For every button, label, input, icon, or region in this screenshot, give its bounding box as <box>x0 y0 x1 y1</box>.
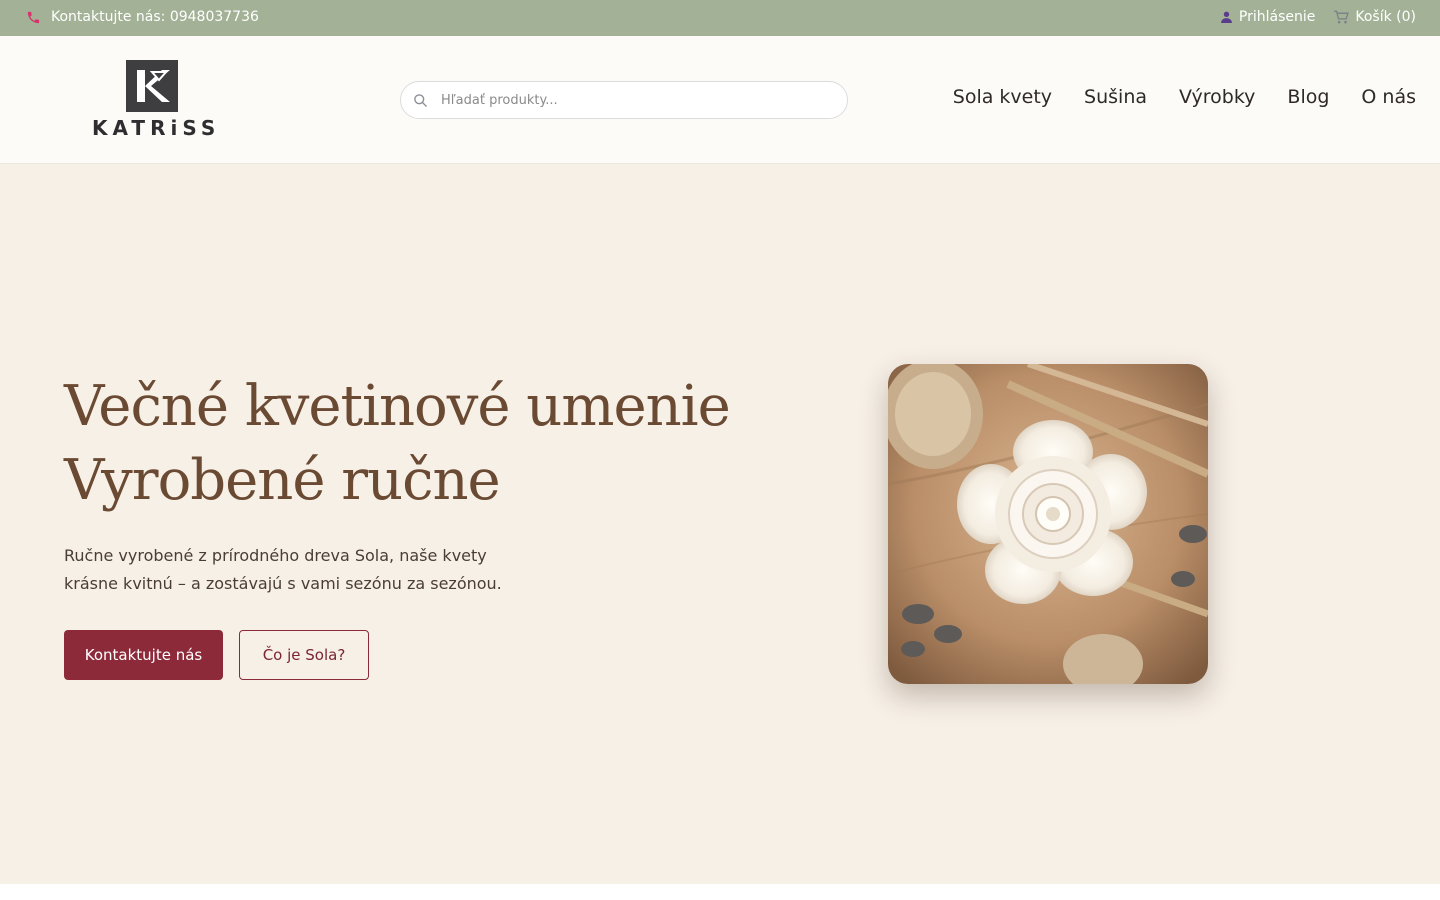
search-icon <box>414 94 427 107</box>
nav-item-vyrobky[interactable]: Výrobky <box>1179 86 1255 108</box>
logo-mark-icon <box>126 60 178 112</box>
contact-info[interactable]: Kontaktujte nás: 0948037736 <box>26 9 259 25</box>
sola-flower-photo <box>888 364 1208 684</box>
site-header: KATRiSS Sola kvety Sušina Výrobky Blog O… <box>0 36 1440 164</box>
nav-item-sola-kvety[interactable]: Sola kvety <box>953 86 1052 108</box>
nav-item-susina[interactable]: Sušina <box>1084 86 1147 108</box>
logo[interactable]: KATRiSS <box>92 58 221 142</box>
cart-link[interactable]: Košík (0) <box>1333 9 1416 25</box>
page-bottom <box>0 884 1440 900</box>
contact-text: Kontaktujte nás: 0948037736 <box>51 9 259 25</box>
top-bar: Kontaktujte nás: 0948037736 Prihlásenie … <box>0 0 1440 36</box>
cart-icon <box>1333 10 1350 24</box>
contact-button[interactable]: Kontaktujte nás <box>64 630 223 680</box>
login-link[interactable]: Prihlásenie <box>1220 9 1315 25</box>
phone-icon <box>26 10 41 25</box>
hero-title-line-2: Vyrobené ručne <box>64 448 501 513</box>
cart-label: Košík (0) <box>1355 9 1416 25</box>
main-nav: Sola kvety Sušina Výrobky Blog O nás <box>953 86 1416 108</box>
login-label: Prihlásenie <box>1238 9 1316 25</box>
nav-item-blog[interactable]: Blog <box>1287 86 1329 108</box>
hero-section: Večné kvetinové umenie Vyrobené ručne Ru… <box>0 164 1440 884</box>
search-input[interactable] <box>441 82 836 118</box>
search-box[interactable] <box>400 81 848 119</box>
logo-text: KATRiSS <box>92 116 221 140</box>
hero-description: Ručne vyrobené z prírodného dreva Sola, … <box>64 546 502 593</box>
hero-title: Večné kvetinové umenie Vyrobené ručne <box>64 370 764 518</box>
user-icon <box>1220 10 1233 24</box>
nav-item-o-nas[interactable]: O nás <box>1361 86 1416 108</box>
hero-title-line-1: Večné kvetinové umenie <box>64 374 731 439</box>
what-is-sola-button[interactable]: Čo je Sola? <box>239 630 369 680</box>
